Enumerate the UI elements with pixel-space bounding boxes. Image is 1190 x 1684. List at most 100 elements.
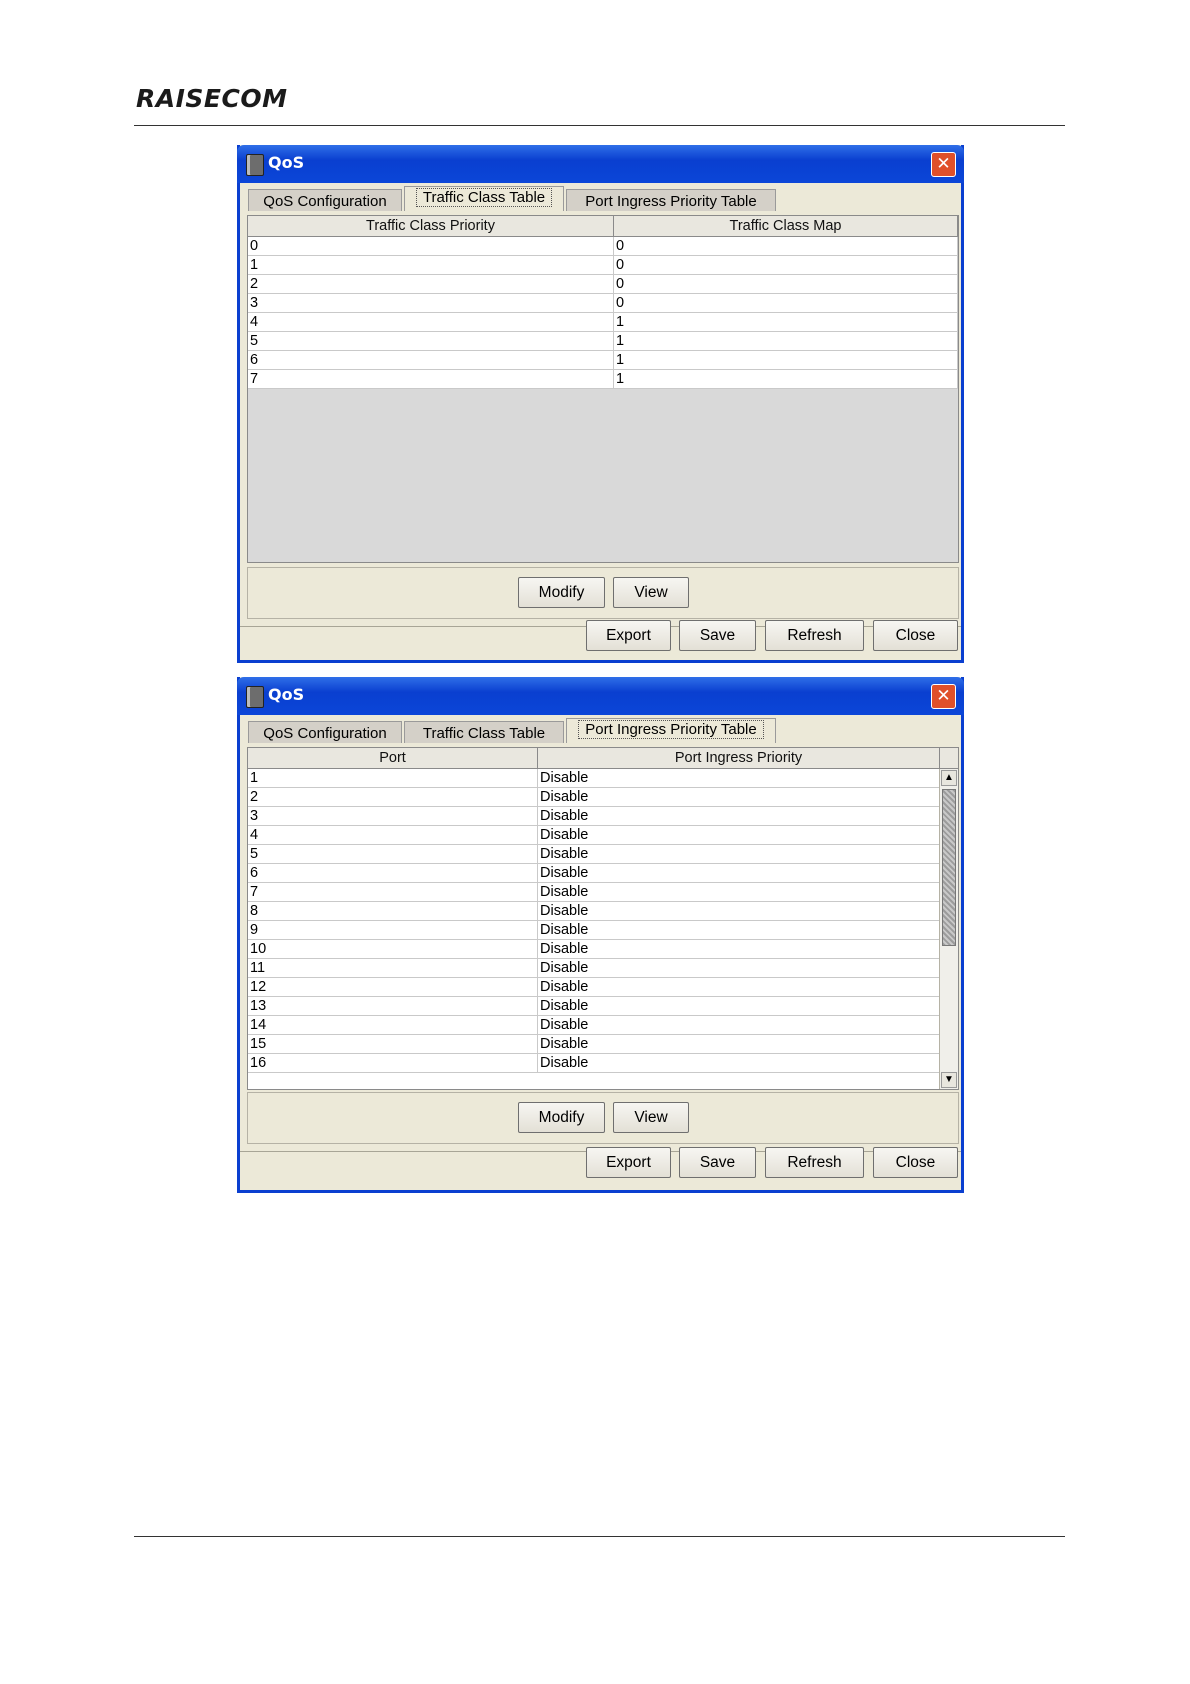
table-cell: 3 <box>248 807 538 825</box>
table-row[interactable]: 10 <box>248 256 958 275</box>
table-cell: 0 <box>614 275 958 293</box>
table-row[interactable]: 12 Disable <box>248 978 940 997</box>
table-row[interactable]: 51 <box>248 332 958 351</box>
table-cell: 1 <box>248 769 538 787</box>
column-header[interactable]: Traffic Class Priority <box>248 216 614 236</box>
table-row[interactable]: 6 Disable <box>248 864 940 883</box>
table-row[interactable]: 30 <box>248 294 958 313</box>
table-row[interactable]: 61 <box>248 351 958 370</box>
table-cell: 3 <box>248 294 614 312</box>
table-row[interactable]: 00 <box>248 237 958 256</box>
table-cell: Disable <box>538 788 940 806</box>
table-row[interactable]: 11 Disable <box>248 959 940 978</box>
table-row[interactable]: 14 Disable <box>248 1016 940 1035</box>
table-cell: Disable <box>538 1035 940 1053</box>
export-button[interactable]: Export <box>586 620 671 651</box>
title-bar[interactable]: QoS ✕ <box>237 677 964 715</box>
scroll-thumb[interactable] <box>942 789 956 946</box>
raisecom-logo: RAISECOM <box>136 84 288 113</box>
table-cell: 11 <box>248 959 538 977</box>
window-title: QoS <box>268 685 305 704</box>
table-row[interactable]: 71 <box>248 370 958 389</box>
table-row[interactable]: 41 <box>248 313 958 332</box>
table-cell: Disable <box>538 902 940 920</box>
action-panel: Modify View <box>247 567 959 619</box>
column-header[interactable]: Port Ingress Priority <box>538 748 940 768</box>
table-row[interactable]: 7 Disable <box>248 883 940 902</box>
vertical-scrollbar[interactable]: ▲ ▼ <box>939 769 958 1089</box>
table-cell: 2 <box>248 275 614 293</box>
refresh-button[interactable]: Refresh <box>765 1147 864 1178</box>
table-cell: 0 <box>614 294 958 312</box>
qos-window-traffic-class: QoS ✕ QoS Configuration Traffic Class Ta… <box>237 145 964 663</box>
scroll-down-icon[interactable]: ▼ <box>941 1072 957 1088</box>
close-button[interactable]: Close <box>873 620 958 651</box>
save-button[interactable]: Save <box>679 1147 756 1178</box>
scroll-corner <box>939 748 958 769</box>
table-row[interactable]: 9 Disable <box>248 921 940 940</box>
table-cell: 5 <box>248 332 614 350</box>
table-cell: 0 <box>248 237 614 255</box>
table-cell: 12 <box>248 978 538 996</box>
header-rule <box>134 125 1065 126</box>
table-cell: 16 <box>248 1054 538 1072</box>
table-row[interactable]: 20 <box>248 275 958 294</box>
table-cell: 2 <box>248 788 538 806</box>
table-row[interactable]: 1 Disable <box>248 769 940 788</box>
column-header[interactable]: Traffic Class Map <box>614 216 958 236</box>
modify-button[interactable]: Modify <box>518 1102 605 1133</box>
column-header[interactable]: Port <box>248 748 538 768</box>
view-button[interactable]: View <box>613 577 689 608</box>
table-row[interactable]: 3 Disable <box>248 807 940 826</box>
tab-traffic-class-table[interactable]: Traffic Class Table <box>404 186 564 211</box>
table-cell: Disable <box>538 1016 940 1034</box>
table-row[interactable]: 13 Disable <box>248 997 940 1016</box>
table-cell: 13 <box>248 997 538 1015</box>
table-cell: 14 <box>248 1016 538 1034</box>
tab-qos-configuration[interactable]: QoS Configuration <box>248 721 402 743</box>
scroll-up-icon[interactable]: ▲ <box>941 770 957 786</box>
table-cell: 1 <box>614 313 958 331</box>
table-cell: Disable <box>538 807 940 825</box>
table-header: Port Port Ingress Priority <box>248 748 940 769</box>
table-cell: 10 <box>248 940 538 958</box>
table-header: Traffic Class Priority Traffic Class Map <box>248 216 958 237</box>
table-cell: Disable <box>538 883 940 901</box>
modify-button[interactable]: Modify <box>518 577 605 608</box>
save-button[interactable]: Save <box>679 620 756 651</box>
table-cell: Disable <box>538 826 940 844</box>
table-cell: Disable <box>538 978 940 996</box>
table-row[interactable]: 4 Disable <box>248 826 940 845</box>
footer-rule <box>134 1536 1065 1537</box>
table-row[interactable]: 10 Disable <box>248 940 940 959</box>
title-bar[interactable]: QoS ✕ <box>237 145 964 183</box>
table-row[interactable]: 2 Disable <box>248 788 940 807</box>
tab-port-ingress-priority-table[interactable]: Port Ingress Priority Table <box>566 189 776 211</box>
table-cell: Disable <box>538 769 940 787</box>
table-cell: 15 <box>248 1035 538 1053</box>
close-button[interactable]: Close <box>873 1147 958 1178</box>
table-cell: Disable <box>538 1054 940 1072</box>
refresh-button[interactable]: Refresh <box>765 620 864 651</box>
table-cell: 4 <box>248 313 614 331</box>
table-cell: 6 <box>248 864 538 882</box>
table-row[interactable]: 5 Disable <box>248 845 940 864</box>
table-cell: Disable <box>538 845 940 863</box>
table-row[interactable]: 15 Disable <box>248 1035 940 1054</box>
table-cell: Disable <box>538 997 940 1015</box>
window-title: QoS <box>268 153 305 172</box>
table-row[interactable]: 8 Disable <box>248 902 940 921</box>
table-cell: 4 <box>248 826 538 844</box>
action-panel: Modify View <box>247 1092 959 1144</box>
tab-port-ingress-priority-table[interactable]: Port Ingress Priority Table <box>566 718 776 743</box>
table-cell: 9 <box>248 921 538 939</box>
view-button[interactable]: View <box>613 1102 689 1133</box>
tab-traffic-class-table[interactable]: Traffic Class Table <box>404 721 564 743</box>
table-row[interactable]: 16 Disable <box>248 1054 940 1073</box>
export-button[interactable]: Export <box>586 1147 671 1178</box>
traffic-class-table: Traffic Class Priority Traffic Class Map… <box>247 215 959 563</box>
close-icon[interactable]: ✕ <box>931 684 956 709</box>
tab-qos-configuration[interactable]: QoS Configuration <box>248 189 402 211</box>
table-cell: Disable <box>538 959 940 977</box>
close-icon[interactable]: ✕ <box>931 152 956 177</box>
